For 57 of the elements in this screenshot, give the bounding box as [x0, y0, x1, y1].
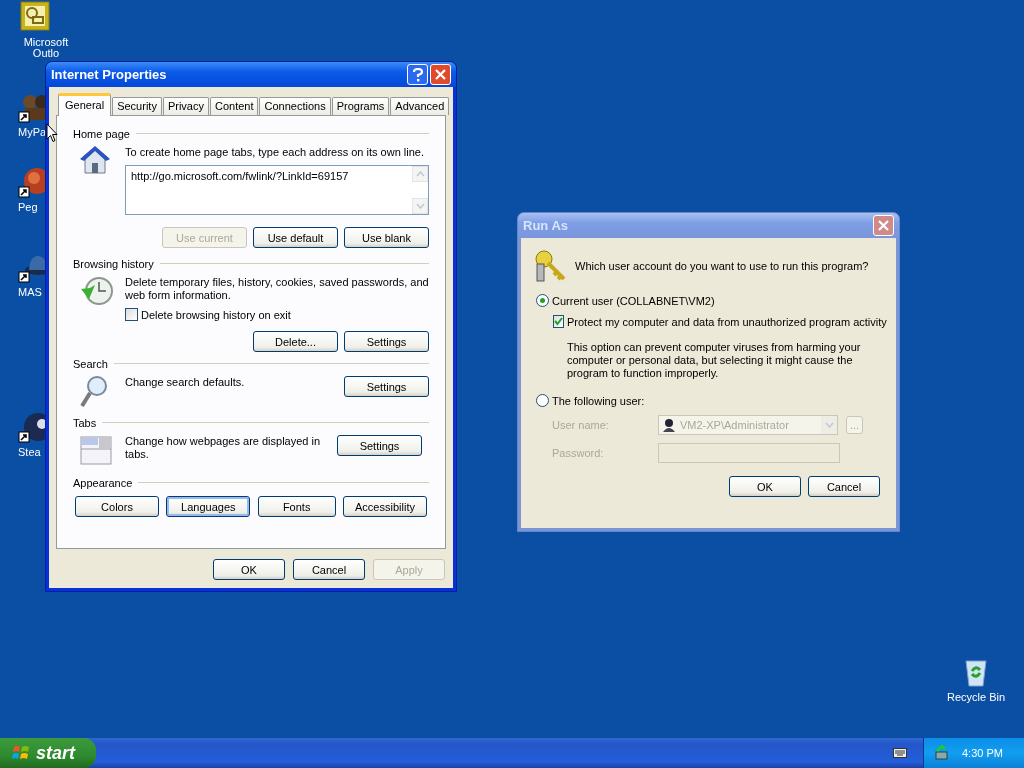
keyboard-icon[interactable] — [893, 748, 907, 758]
appearance-button[interactable]: Accessibility — [343, 496, 427, 517]
section-description: Change how webpages are displayed in tabs. — [125, 435, 322, 461]
home-page-button[interactable]: Use default — [253, 227, 338, 248]
close-button[interactable] — [430, 64, 451, 85]
tab[interactable]: Connections — [259, 97, 331, 115]
close-icon — [878, 220, 889, 231]
info-text: This option can prevent computer viruses from harming your computer or personal data, but selecting it might cause the program to function improperly. — [567, 341, 862, 380]
history-button[interactable]: Delete... — [253, 331, 338, 352]
home-page-button[interactable]: Use blank — [344, 227, 429, 248]
help-button[interactable] — [407, 64, 428, 85]
settings-button[interactable]: Settings — [344, 376, 429, 397]
checkbox-label[interactable]: Delete browsing history on exit — [141, 308, 291, 321]
dialog-button[interactable]: Cancel — [293, 559, 365, 580]
group-heading: Appearance — [73, 476, 133, 489]
field-label: Password: — [552, 447, 605, 459]
history-button[interactable]: Settings — [344, 331, 429, 352]
group-heading: Home page — [73, 127, 130, 140]
desktop-icon-label[interactable]: Microsoft Outlo — [4, 37, 76, 59]
tabbed-window-icon — [79, 434, 113, 466]
checkbox[interactable] — [125, 308, 138, 321]
window-title: Internet Properties — [51, 67, 168, 82]
group-heading: Tabs — [73, 416, 97, 429]
appearance-button[interactable]: Languages — [166, 496, 251, 517]
tab[interactable]: Advanced — [390, 97, 450, 115]
section-description: Delete temporary files, history, cookies, saved passwords, and web form information. — [125, 276, 429, 302]
start-button[interactable]: start — [0, 738, 96, 768]
tab[interactable]: General — [58, 93, 112, 116]
dialog-button[interactable]: OK — [213, 559, 285, 580]
network-icon[interactable] — [934, 745, 950, 761]
question-text: Which user account do you want to use to run this program? — [575, 260, 869, 272]
home-page-field[interactable]: http://go.microsoft.com/fwlink/?LinkId=69157 — [125, 165, 429, 215]
desktop-icon-label[interactable]: Recycle Bin — [936, 692, 1016, 703]
group-heading: Browsing history — [73, 257, 154, 270]
tab[interactable]: Content — [209, 97, 259, 115]
settings-button[interactable]: Settings — [337, 435, 422, 456]
house-icon — [79, 145, 111, 175]
clock-arrow-icon — [79, 275, 115, 307]
section-description: To create home page tabs, type each address on its own line. — [125, 146, 425, 159]
calendar-icon[interactable] — [18, 0, 52, 34]
tab[interactable]: Security — [112, 97, 162, 115]
appearance-button[interactable]: Fonts — [257, 496, 336, 517]
scroll-down-icon — [415, 203, 425, 209]
question-mark-icon — [411, 67, 424, 82]
scroll-up-icon — [415, 171, 425, 177]
windows-flag-icon — [12, 745, 30, 761]
group-heading: Search — [73, 357, 108, 370]
user-icon — [662, 418, 676, 432]
close-icon — [435, 69, 446, 80]
section-description: Change search defaults. — [125, 376, 246, 389]
field-label: User name: — [552, 419, 610, 431]
appearance-button[interactable]: Colors — [75, 496, 159, 517]
tab[interactable]: Privacy — [162, 97, 209, 115]
magnifier-icon — [79, 375, 109, 409]
clock: 4:30 PM — [962, 747, 1003, 759]
window-title: Run As — [523, 218, 570, 233]
tab[interactable]: Programs — [331, 97, 390, 115]
